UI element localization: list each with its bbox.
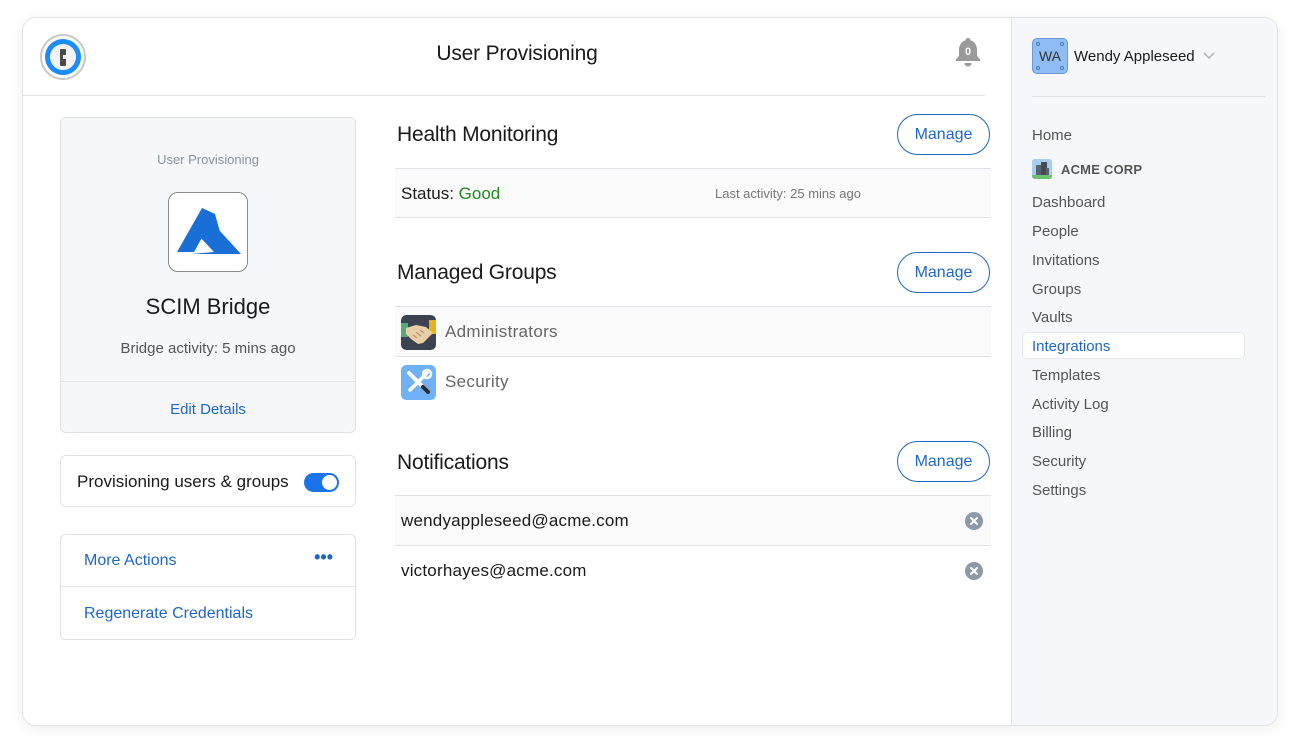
divider [1032, 96, 1265, 97]
last-activity: Last activity: 25 mins ago [715, 186, 861, 201]
azure-logo-icon [168, 192, 248, 272]
more-actions-label: More Actions [84, 552, 177, 569]
sidebar-item-invitations[interactable]: Invitations [1032, 252, 1100, 269]
notification-email: victorhayes@acme.com [401, 561, 587, 580]
status-label: Status: [401, 184, 459, 203]
header: User Provisioning 0 [23, 18, 985, 96]
sidebar-item-home[interactable]: Home [1032, 127, 1072, 144]
sidebar-item-templates[interactable]: Templates [1032, 367, 1100, 384]
sidebar-item-settings[interactable]: Settings [1032, 482, 1086, 499]
account-name: Wendy Appleseed [1074, 47, 1195, 65]
health-status-row: Status: Good Last activity: 25 mins ago [395, 168, 991, 218]
chevron-down-icon [1203, 52, 1215, 60]
sidebar-item-groups[interactable]: Groups [1032, 281, 1081, 298]
managed-groups-title: Managed Groups [397, 261, 557, 284]
more-actions-button[interactable]: More Actions ••• [61, 535, 355, 587]
tools-icon [401, 365, 436, 400]
provisioning-toggle-label: Provisioning users & groups [77, 472, 289, 491]
sidebar-item-integrations[interactable]: Integrations [1032, 338, 1110, 355]
notification-email: wendyappleseed@acme.com [401, 511, 629, 530]
provisioning-toggle-card: Provisioning users & groups [60, 455, 356, 507]
sidebar-item-vaults[interactable]: Vaults [1032, 309, 1073, 326]
notifications-bell-icon[interactable]: 0 [954, 36, 982, 68]
group-row[interactable]: Security [395, 356, 991, 406]
notifications-title: Notifications [397, 451, 509, 474]
regenerate-credentials-button[interactable]: Regenerate Credentials [61, 588, 355, 640]
sidebar-item-billing[interactable]: Billing [1032, 424, 1072, 441]
main-pane: User Provisioning 0 User Provisioning SC… [23, 18, 1011, 725]
remove-email-icon[interactable] [965, 562, 983, 580]
remove-email-icon[interactable] [965, 512, 983, 530]
groups-manage-button[interactable]: Manage [897, 252, 990, 293]
health-manage-button[interactable]: Manage [897, 114, 990, 155]
bridge-name: SCIM Bridge [145, 294, 271, 319]
handshake-icon [401, 315, 436, 350]
sidebar-item-people[interactable]: People [1032, 223, 1079, 240]
building-icon [1032, 159, 1052, 179]
status-text: Status: Good [401, 184, 500, 204]
scim-bridge-card: User Provisioning SCIM Bridge Bridge act… [60, 117, 356, 433]
group-row[interactable]: Administrators [395, 306, 991, 356]
actions-card: More Actions ••• Regenerate Credentials [60, 534, 356, 640]
toggle-knob [322, 475, 337, 490]
bridge-kicker: User Provisioning [157, 152, 259, 167]
bridge-activity: Bridge activity: 5 mins ago [120, 340, 296, 357]
app-window: User Provisioning 0 User Provisioning SC… [22, 17, 1278, 726]
notification-email-row: wendyappleseed@acme.com [395, 495, 991, 545]
avatar-initials: WA [1038, 48, 1062, 64]
group-name: Security [445, 372, 509, 391]
ellipsis-icon[interactable]: ••• [314, 547, 333, 568]
org-name: ACME CORP [1061, 161, 1143, 177]
health-monitoring-title: Health Monitoring [397, 123, 559, 146]
status-badge: Good [458, 184, 501, 203]
avatar: WA [1032, 38, 1068, 74]
group-name: Administrators [445, 322, 558, 341]
sidebar-item-dashboard[interactable]: Dashboard [1032, 194, 1105, 211]
page-title: User Provisioning [436, 42, 598, 65]
sidebar-item-security[interactable]: Security [1032, 453, 1086, 470]
sidebar: WA Wendy Appleseed Home ACME CORP Dashbo… [1011, 18, 1277, 725]
org-switcher[interactable]: ACME CORP [1032, 159, 1142, 179]
regenerate-credentials-label: Regenerate Credentials [84, 605, 253, 622]
notifications-manage-button[interactable]: Manage [897, 441, 990, 482]
notification-count: 0 [965, 46, 971, 58]
notification-email-row: victorhayes@acme.com [395, 545, 991, 595]
provisioning-toggle[interactable] [304, 473, 339, 492]
account-menu[interactable]: WA Wendy Appleseed [1032, 38, 1215, 74]
sidebar-item-activity-log[interactable]: Activity Log [1032, 396, 1109, 413]
edit-details-link[interactable]: Edit Details [61, 382, 355, 434]
